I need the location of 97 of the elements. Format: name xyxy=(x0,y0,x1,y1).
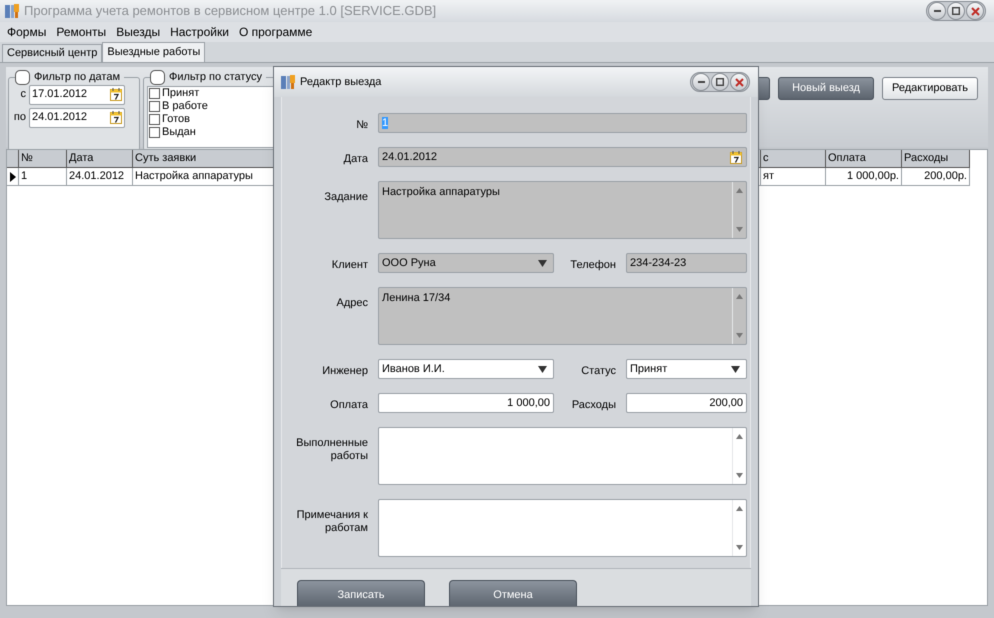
scroll-up-icon xyxy=(736,188,743,193)
menu-item[interactable]: Настройки xyxy=(165,23,234,41)
dropdown[interactable]: Принят xyxy=(626,359,747,379)
column-header[interactable]: с xyxy=(761,150,826,168)
close-icon xyxy=(970,6,980,16)
field-label: по xyxy=(12,110,26,126)
text-area[interactable] xyxy=(378,499,747,557)
date-field[interactable]: 17.01.2012 xyxy=(29,84,125,104)
table-cell: 24.01.2012 xyxy=(67,168,133,186)
column-header[interactable]: № xyxy=(19,150,67,168)
menu-item[interactable]: Ремонты xyxy=(51,23,112,41)
scroll-down-icon xyxy=(736,545,743,550)
menu-item[interactable]: Выезды xyxy=(111,23,166,41)
close-icon xyxy=(734,78,744,86)
minimize-icon xyxy=(698,81,704,83)
row-pointer-icon xyxy=(10,172,16,182)
field-label: Оплата xyxy=(329,398,368,412)
column-header[interactable]: Дата xyxy=(67,150,133,168)
minimize-button[interactable] xyxy=(692,73,710,91)
field-label: Адрес xyxy=(336,296,368,310)
filter-toggle[interactable] xyxy=(150,70,165,85)
close-button[interactable] xyxy=(966,2,984,20)
table-cell: ят xyxy=(761,168,826,186)
minimize-icon xyxy=(934,10,940,12)
filter-toggle[interactable] xyxy=(15,70,30,85)
tab[interactable]: Выездные работы xyxy=(102,42,206,62)
caret-icon xyxy=(538,259,547,267)
checkbox-label: Выдан xyxy=(162,126,196,138)
checkbox-label: Готов xyxy=(162,112,190,126)
input-field[interactable]: 1 000,00 xyxy=(378,393,554,413)
menu-item[interactable]: Формы xyxy=(2,23,52,41)
checkbox-label: В работе xyxy=(162,100,208,112)
calendar-icon xyxy=(730,150,742,164)
field-label: Задание xyxy=(323,190,368,204)
scroll-down-icon xyxy=(736,227,743,232)
toolbar-button[interactable]: Новый выезд xyxy=(778,77,874,100)
dropdown[interactable]: Иванов И.И. xyxy=(378,359,554,379)
scroll-down-icon xyxy=(736,333,743,338)
input-field[interactable]: 200,00 xyxy=(626,393,747,413)
field-label: Выполненные работы xyxy=(295,436,368,463)
column-header[interactable]: Оплата xyxy=(826,150,902,168)
toolbar-button[interactable]: Редактировать xyxy=(882,77,978,100)
dialog-title: Редактр выезда xyxy=(300,74,382,90)
field-label: № xyxy=(355,118,368,132)
minimize-button[interactable] xyxy=(928,2,946,20)
maximize-icon xyxy=(716,78,724,86)
caret-icon xyxy=(731,365,740,373)
checkbox[interactable] xyxy=(149,114,160,124)
scroll-up-icon xyxy=(736,434,743,439)
scroll-up-icon xyxy=(736,294,743,299)
maximize-icon xyxy=(952,7,960,15)
scrollbar[interactable] xyxy=(732,288,746,344)
date-field[interactable]: 24.01.2012 xyxy=(29,108,125,128)
tools-icon xyxy=(4,3,20,19)
dialog-button[interactable]: Записать xyxy=(297,580,425,606)
scrollbar[interactable] xyxy=(732,428,746,484)
field-label: с xyxy=(20,87,26,102)
checkbox[interactable] xyxy=(149,88,160,98)
date-field[interactable]: 24.01.2012 xyxy=(378,147,747,167)
row-indicator[interactable] xyxy=(7,168,19,186)
maximize-button[interactable] xyxy=(711,73,729,91)
table-cell: 200,00р. xyxy=(902,168,970,186)
corner-cell xyxy=(7,150,19,168)
column-header[interactable]: Расходы xyxy=(902,150,970,168)
checkbox[interactable] xyxy=(149,126,160,138)
checkbox-label: Принят xyxy=(162,86,200,100)
field-label: Статус xyxy=(580,364,616,378)
dialog-button[interactable]: Отмена xyxy=(449,580,577,606)
scroll-up-icon xyxy=(736,506,743,511)
field-label: Примечания к работам xyxy=(296,508,368,535)
table-cell: 1 000,00р. xyxy=(826,168,902,186)
calendar-icon xyxy=(110,88,122,101)
scrollbar[interactable] xyxy=(732,500,746,556)
calendar-icon xyxy=(110,111,122,124)
field-label: Дата xyxy=(342,152,368,166)
filter-label: Фильтр по статусу xyxy=(169,70,262,85)
filter-label: Фильтр по датам xyxy=(34,70,120,85)
field-label: Клиент xyxy=(330,258,368,272)
tools-icon xyxy=(280,74,296,90)
maximize-button[interactable] xyxy=(947,2,965,20)
close-button[interactable] xyxy=(730,73,748,91)
text-area[interactable]: Ленина 17/34 xyxy=(378,287,747,345)
field-label: Расходы xyxy=(570,398,616,412)
tab[interactable]: Сервисный центр xyxy=(2,44,102,62)
table-cell: 1 xyxy=(19,168,67,186)
field-label: Телефон xyxy=(569,258,616,272)
dropdown[interactable]: ООО Руна xyxy=(378,253,554,273)
checkbox[interactable] xyxy=(149,100,160,112)
menu-item[interactable]: О программе xyxy=(234,23,318,41)
scrollbar[interactable] xyxy=(732,182,746,238)
input-field[interactable]: 234-234-23 xyxy=(626,253,747,273)
scroll-down-icon xyxy=(736,473,743,478)
field-label: Инженер xyxy=(321,364,368,378)
text-area[interactable]: Настройка аппаратуры xyxy=(378,181,747,239)
caret-icon xyxy=(538,365,547,373)
window-title: Программа учета ремонтов в сервисном центре 1.0 [SERVICE.GDB] xyxy=(24,2,438,20)
text-area[interactable] xyxy=(378,427,747,485)
